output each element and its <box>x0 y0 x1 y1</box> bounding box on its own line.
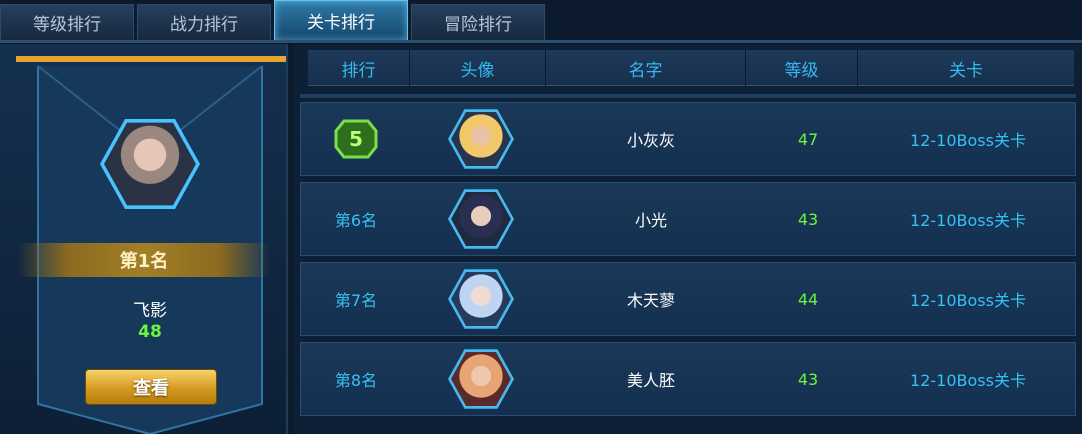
player-name: 小光 <box>634 211 667 230</box>
top-player-avatar[interactable] <box>100 114 200 214</box>
avatar-image <box>104 122 196 206</box>
header-name: 名字 <box>546 50 746 86</box>
table-row[interactable]: 5 小灰灰 47 12-10Boss关卡 <box>300 102 1076 176</box>
header-rank: 排行 <box>308 50 410 86</box>
rank-cell: 第8名 <box>334 371 378 390</box>
tab-stage-ranking[interactable]: 关卡排行 <box>274 0 408 40</box>
player-level: 44 <box>797 289 819 309</box>
avatar-cell <box>441 263 521 335</box>
player-avatar[interactable] <box>448 346 514 412</box>
player-level: 47 <box>797 129 819 149</box>
hero-frame-topbar <box>16 56 286 62</box>
rank-badge-icon: 5 <box>334 117 378 161</box>
top-player-level: 48 <box>138 322 162 342</box>
player-level: 43 <box>797 369 819 389</box>
player-stage: 12-10Boss关卡 <box>910 211 1026 230</box>
tab-bar: 等级排行 战力排行 关卡排行 冒险排行 <box>0 0 1082 43</box>
rank-badge-number: 5 <box>349 127 363 151</box>
header-level: 等级 <box>746 50 858 86</box>
rank-cell: 第6名 <box>334 211 378 230</box>
list-top-edge <box>300 94 1076 98</box>
player-level: 43 <box>797 209 819 229</box>
table-row[interactable]: 第7名 木天蓼 44 12-10Boss关卡 <box>300 262 1076 336</box>
header-avatar: 头像 <box>410 50 546 86</box>
header-stage: 关卡 <box>949 60 983 81</box>
table-row[interactable]: 第8名 美人胚 43 12-10Boss关卡 <box>300 342 1076 416</box>
top-player-name: 飞影 <box>133 301 167 321</box>
player-stage: 12-10Boss关卡 <box>910 371 1026 390</box>
top-rank-label: 第1名 <box>18 243 270 277</box>
player-name: 小灰灰 <box>626 131 675 150</box>
player-name: 木天蓼 <box>626 291 675 310</box>
tab-level-ranking[interactable]: 等级排行 <box>0 4 134 40</box>
view-button[interactable]: 查看 <box>85 369 217 405</box>
avatar-cell <box>441 183 521 255</box>
table-header: 排行 头像 名字 等级 关卡 <box>308 50 1074 86</box>
tab-divider <box>0 40 1082 43</box>
ranking-table: 排行 头像 名字 等级 关卡 5 小灰灰 47 12-10Boss关卡 第6名 <box>294 44 1082 434</box>
player-stage: 12-10Boss关卡 <box>910 131 1026 150</box>
avatar-cell <box>441 343 521 415</box>
rank-cell: 5 <box>301 103 411 175</box>
rank-cell: 第7名 <box>334 291 378 310</box>
top-player-panel: 第1名 飞影 48 查看 <box>0 44 288 434</box>
player-name: 美人胚 <box>626 371 675 390</box>
table-row[interactable]: 第6名 小光 43 12-10Boss关卡 <box>300 182 1076 256</box>
player-stage: 12-10Boss关卡 <box>910 291 1026 310</box>
player-avatar[interactable] <box>448 266 514 332</box>
avatar-cell <box>441 103 521 175</box>
player-avatar[interactable] <box>448 106 514 172</box>
tab-adventure-ranking[interactable]: 冒险排行 <box>411 4 545 40</box>
player-avatar[interactable] <box>448 186 514 252</box>
tab-power-ranking[interactable]: 战力排行 <box>137 4 271 40</box>
